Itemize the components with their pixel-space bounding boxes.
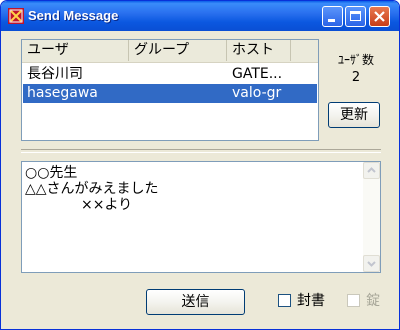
title-bar[interactable]: Send Message [1,1,399,31]
message-scrollbar[interactable] [363,162,380,272]
send-button[interactable]: 送信 [146,289,245,315]
close-button[interactable] [369,6,390,27]
scroll-up-button[interactable] [363,162,380,179]
maximize-button[interactable] [345,6,366,27]
user-count-value: 2 [351,70,361,85]
row-host: valo-gr [232,85,282,101]
splitter[interactable] [21,149,381,153]
chevron-up-icon [367,167,376,173]
refresh-button[interactable]: 更新 [328,102,380,128]
app-icon [8,8,24,24]
row-group [133,65,223,84]
list-header: ユーザ グループ ホスト [22,40,318,63]
seal-label[interactable]: 封書 [297,290,325,310]
lock-checkbox[interactable] [347,294,360,307]
chevron-down-icon [367,261,376,267]
row-user: 長谷川司 [27,66,83,82]
column-header-group[interactable]: グループ [129,40,227,61]
maximize-icon [350,11,361,21]
user-count-label: ﾕｰｻﾞ数 [337,53,374,67]
message-input[interactable]: ○○先生 △△さんがみえました ××より [21,161,381,273]
row-group [133,84,223,103]
message-line: ○○先生 [25,165,78,181]
user-list[interactable]: ユーザ グループ ホスト 長谷川司 GATE... hasegawa valo-… [21,39,319,141]
message-line: ××より [25,197,133,213]
column-header-host[interactable]: ホスト [227,40,291,61]
minimize-button[interactable] [322,6,343,27]
list-row[interactable]: 長谷川司 GATE... [23,65,317,84]
message-line: △△さんがみえました [25,181,159,197]
list-row-selected[interactable]: hasegawa valo-gr [23,84,317,103]
send-message-window: Send Message ユーザ グループ ホスト 長谷川司 GATE... h… [0,0,400,330]
minimize-icon [328,19,335,22]
column-header-user[interactable]: ユーザ [22,40,129,61]
lock-label: 錠 [366,293,380,309]
window-title: Send Message [28,8,119,23]
row-user: hasegawa [27,85,98,101]
row-host: GATE... [232,66,283,82]
scroll-down-button[interactable] [363,255,380,272]
seal-checkbox[interactable] [278,294,291,307]
close-icon [374,11,385,22]
